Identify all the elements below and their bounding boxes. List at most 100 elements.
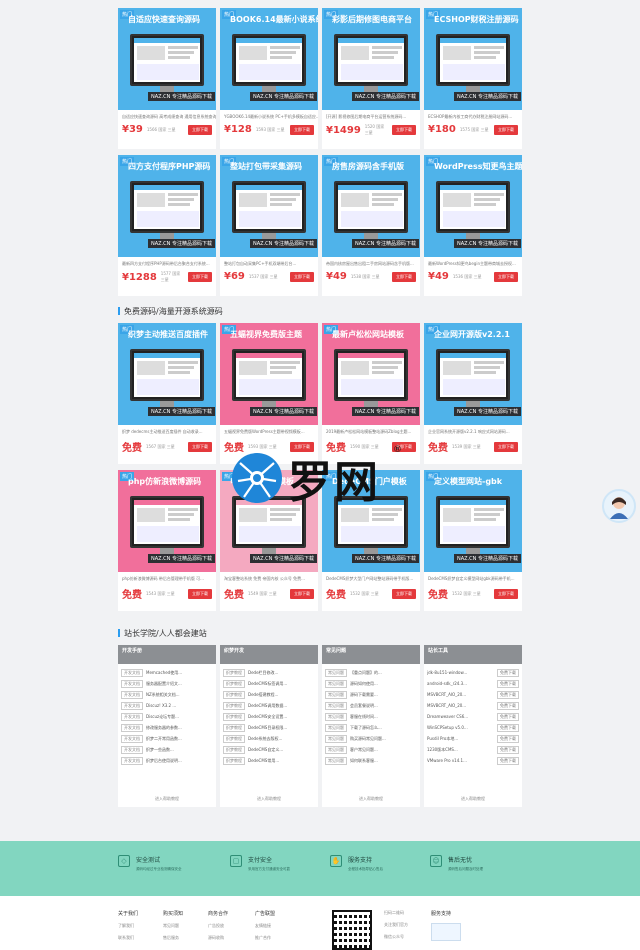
product-description[interactable]: 淘宝客整站系统 免费 帝国内核 公众号 免费... (220, 572, 318, 584)
list-item[interactable]: 织梦教程 DedeCMS调用数据... (223, 700, 315, 711)
article-link[interactable]: DedeCMS标签调用... (248, 681, 287, 687)
download-button[interactable]: 立即下载 (392, 271, 416, 282)
list-item[interactable]: 开发文档 织梦一些函数... (121, 744, 213, 755)
article-link[interactable]: 织梦后台使用说明... (146, 758, 182, 764)
product-thumbnail[interactable]: 热门 定义模型网站-gbk NAZ.CN 专注精品源码下载 (424, 470, 522, 572)
list-item[interactable]: 织梦教程 DedeCMS自定义... (223, 744, 315, 755)
tool-name[interactable]: 1230版本CMS... (427, 747, 458, 753)
free-download-button[interactable]: 免费下载 (497, 668, 519, 677)
product-description[interactable]: php仿新浪微博源码 带后台管理带手机版 可... (118, 572, 216, 584)
product-card[interactable]: 热门 整站打包带采集源码 NAZ.CN 专注精品源码下载 整站打包自动采集PC+手机双… (220, 155, 318, 296)
free-download-button[interactable]: 免费下载 (497, 679, 519, 688)
list-item[interactable]: 常见问题 源码下载需要... (325, 689, 417, 700)
tool-name[interactable]: MSVBCRT_AIO_20... (427, 703, 466, 708)
download-button[interactable]: 立即下载 (188, 441, 212, 452)
article-link[interactable]: DedeCMS常用... (248, 758, 279, 764)
product-thumbnail[interactable]: 热门 房售房源码含手机版 NAZ.CN 专注精品源码下载 (322, 155, 420, 257)
list-item[interactable]: Dreamweaver CS6... 免费下载 (427, 711, 519, 722)
list-item[interactable]: VMware Pro v14.1... 免费下载 (427, 755, 519, 766)
list-item[interactable]: 常见问题 会员套餐说明... (325, 700, 417, 711)
product-thumbnail[interactable]: 热门 五蝠视界免费版主题 NAZ.CN 专注精品源码下载 (220, 323, 318, 425)
product-card[interactable]: 热门 ECSHOP财税注册源码 NAZ.CN 专注精品源码下载 ECSHOP最新内核工… (424, 8, 522, 149)
product-description[interactable]: 2019最新卢松松网站模板整站源码Zblog主题... (322, 425, 420, 437)
product-description[interactable]: [开源] 影视修图后期电商平台运营系统源码... (322, 110, 420, 122)
product-description[interactable]: 帝国内核房屋出售出租二手房网站源码含手机版... (322, 257, 420, 269)
list-item[interactable]: android-sdk_r24.3... 免费下载 (427, 678, 519, 689)
product-card[interactable]: 热门 WordPress知更鸟主题 NAZ.CN 专注精品源码下载 最新WordPre… (424, 155, 522, 296)
footer-link[interactable]: 广告投放 (208, 923, 228, 929)
article-link[interactable]: Discuz! X3.2 ... (146, 703, 176, 708)
product-card[interactable]: 热门 企业网开源版v2.2.1 NAZ.CN 专注精品源码下载 企业官网系统开源版v2… (424, 323, 522, 464)
footer-link[interactable]: 了解我们 (118, 923, 138, 929)
footer-link[interactable]: 常见问题 (163, 923, 183, 929)
article-link[interactable]: 【重点问题】的... (350, 670, 382, 676)
footer-link[interactable]: 售后服务 (163, 935, 183, 941)
list-item[interactable]: 开发文档 织梦后台使用说明... (121, 755, 213, 766)
product-thumbnail[interactable]: 热门 php仿新浪微博源码 NAZ.CN 专注精品源码下载 (118, 470, 216, 572)
article-link[interactable]: Dede搭建教程... (248, 692, 278, 698)
list-item[interactable]: MSVBCRT_AIO_20... 免费下载 (427, 700, 519, 711)
product-description[interactable]: DedeCMS织梦大型门户网站整站源码带手机版... (322, 572, 420, 584)
article-link[interactable]: 如何联系客服... (350, 758, 378, 764)
download-button[interactable]: 立即下载 (392, 588, 416, 599)
download-button[interactable]: 立即下载 (188, 272, 212, 282)
product-card[interactable]: 热门 php仿新浪微博源码 NAZ.CN 专注精品源码下载 php仿新浪微博源码 带后… (118, 470, 216, 611)
article-link[interactable]: 修改服务器的参数... (146, 725, 182, 731)
download-button[interactable]: 立即下载 (290, 271, 314, 282)
product-thumbnail[interactable]: 热门 ECSHOP财税注册源码 NAZ.CN 专注精品源码下载 (424, 8, 522, 110)
customer-service-avatar[interactable] (602, 489, 636, 523)
article-link[interactable]: DedeCMS自定义... (248, 747, 283, 753)
list-item[interactable]: 常见问题 源码如何使用... (325, 678, 417, 689)
free-download-button[interactable]: 免费下载 (497, 701, 519, 710)
list-item[interactable]: 开发文档 服务器配置介绍文... (121, 678, 213, 689)
tool-name[interactable]: MSVBCRT_AIO_20... (427, 692, 466, 697)
free-download-button[interactable]: 免费下载 (497, 734, 519, 743)
tool-name[interactable]: Dreamweaver CS6... (427, 714, 468, 719)
list-item[interactable]: 开发文档 Discuz! X3.2 ... (121, 700, 213, 711)
more-link[interactable]: 进入帮助教程 (322, 796, 420, 802)
product-card[interactable]: 热门 自适应快速查询源码 NAZ.CN 专注精品源码下载 自适应快速查询源码 高考成绩… (118, 8, 216, 149)
product-description[interactable]: 最新WordPress知更鸟begin主题带商城去授权... (424, 257, 522, 269)
list-item[interactable]: Pusdil Pro本地... 免费下载 (427, 733, 519, 744)
product-card[interactable]: 热门 房售房源码含手机版 NAZ.CN 专注精品源码下载 帝国内核房屋出售出租二手房网… (322, 155, 420, 296)
product-thumbnail[interactable]: 热门 织梦主动推送百度插件 NAZ.CN 专注精品源码下载 (118, 323, 216, 425)
product-card[interactable]: 热门 BOOK6.14最新小说系统 NAZ.CN 专注精品源码下载 YGBOOK6.1… (220, 8, 318, 149)
article-link[interactable]: DedeCMS安全设置... (248, 714, 287, 720)
product-description[interactable]: 自适应快速查询源码 高考成绩查询 通用信息系统查询... (118, 110, 216, 122)
product-description[interactable]: 五蝠视界免费版WordPress主题带视频模板... (220, 425, 318, 437)
list-item[interactable]: 开发文档 织梦二开常用函数... (121, 733, 213, 744)
more-link[interactable]: 进入帮助教程 (118, 796, 216, 802)
download-button[interactable]: 立即下载 (290, 588, 314, 599)
list-item[interactable]: 开发文档 修改服务器的参数... (121, 722, 213, 733)
list-item[interactable]: 织梦教程 DedeCMS常用... (223, 755, 315, 766)
list-item[interactable]: MSVBCRT_AIO_20... 免费下载 (427, 689, 519, 700)
list-item[interactable]: 常见问题 购买源码常见问题... (325, 733, 417, 744)
download-button[interactable]: 立即下载 (188, 124, 212, 135)
tool-name[interactable]: jdk-8u151-window... (427, 670, 467, 675)
list-item[interactable]: 开发文档 Discuz论坛专题... (121, 711, 213, 722)
product-thumbnail[interactable]: 热门 彩影后期修图电商平台 NAZ.CN 专注精品源码下载 (322, 8, 420, 110)
footer-link[interactable]: 推广合作 (255, 935, 275, 941)
download-button[interactable]: 立即下载 (392, 125, 416, 135)
list-item[interactable]: 常见问题 【重点问题】的... (325, 667, 417, 678)
article-link[interactable]: 服务器配置介绍文... (146, 681, 182, 687)
list-item[interactable]: 织梦教程 DedeCMS标签调用... (223, 678, 315, 689)
list-item[interactable]: 开发文档 NZ系统相关文档... (121, 689, 213, 700)
product-card[interactable]: 热门 织梦主动推送百度插件 NAZ.CN 专注精品源码下载 织梦 dedecms主动推… (118, 323, 216, 464)
list-item[interactable]: 常见问题 客服在线时间... (325, 711, 417, 722)
product-thumbnail[interactable]: 热门 整站打包带采集源码 NAZ.CN 专注精品源码下载 (220, 155, 318, 257)
product-thumbnail[interactable]: 热门 BOOK6.14最新小说系统 NAZ.CN 专注精品源码下载 (220, 8, 318, 110)
download-button[interactable]: 立即下载 (494, 124, 518, 135)
list-item[interactable]: 织梦教程 Dede栏目修改... (223, 667, 315, 678)
product-card[interactable]: 热门 最新卢松松网站模板 NAZ.CN 专注精品源码下载 2019最新卢松松网站模板整… (322, 323, 420, 464)
article-link[interactable]: 织梦二开常用函数... (146, 736, 182, 742)
list-item[interactable]: 开发文档 Memcached使用... (121, 667, 213, 678)
list-item[interactable]: jdk-8u151-window... 免费下载 (427, 667, 519, 678)
product-thumbnail[interactable]: 热门 最新卢松松网站模板 NAZ.CN 专注精品源码下载 (322, 323, 420, 425)
article-link[interactable]: 织梦一些函数... (146, 747, 174, 753)
more-link[interactable]: 进入帮助教程 (220, 796, 318, 802)
free-download-button[interactable]: 免费下载 (497, 723, 519, 732)
article-link[interactable]: Discuz论坛专题... (146, 714, 179, 720)
free-download-button[interactable]: 免费下载 (497, 712, 519, 721)
article-link[interactable]: Dede栏目修改... (248, 670, 278, 676)
